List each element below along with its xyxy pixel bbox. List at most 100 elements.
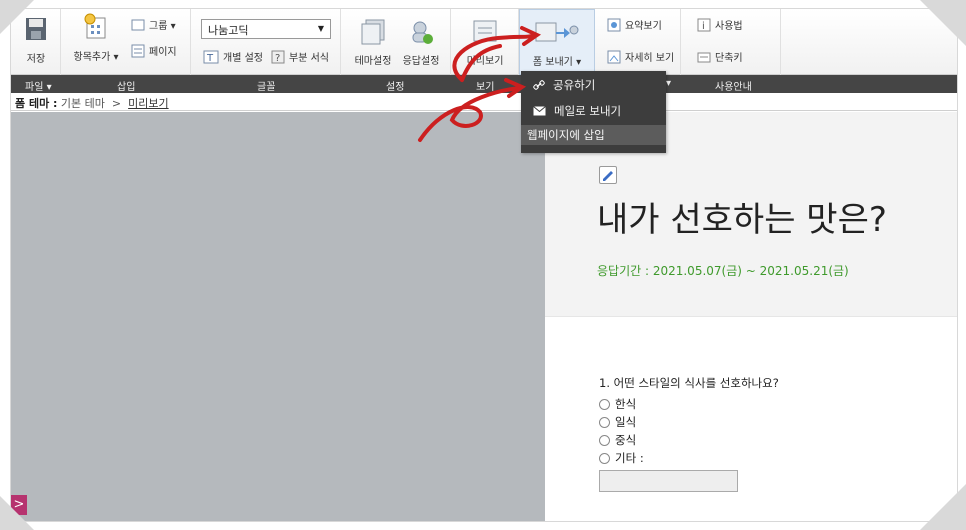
breadcrumb-current[interactable]: 미리보기 bbox=[128, 97, 168, 110]
breadcrumb-label: 폼 테마 : bbox=[15, 97, 58, 110]
option-other[interactable]: 기타 : bbox=[599, 450, 644, 466]
share-menu-item[interactable]: 공유하기 bbox=[521, 75, 666, 95]
ribbon-toolbar: 저장 항목추가 ▾ 그룹 ▾ 페이지 나눔고딕 ▼ T 개별 설정 ? 부분 서… bbox=[11, 9, 957, 75]
save-icon bbox=[26, 18, 46, 40]
chevron-down-icon: ▼ bbox=[317, 24, 324, 33]
breadcrumb-separator: > bbox=[111, 97, 122, 110]
app-window: 저장 항목추가 ▾ 그룹 ▾ 페이지 나눔고딕 ▼ T 개별 설정 ? 부분 서… bbox=[10, 8, 958, 522]
group-label: 그룹 ▾ bbox=[149, 21, 176, 32]
font-select[interactable]: 나눔고딕 ▼ bbox=[201, 19, 331, 39]
category-font: 글꼴 bbox=[257, 82, 276, 93]
radio-button[interactable] bbox=[599, 416, 610, 428]
mail-icon bbox=[533, 106, 546, 116]
summary-view-button[interactable]: 요약보기 bbox=[607, 17, 662, 32]
response-settings-button[interactable]: 응답설정 bbox=[399, 19, 443, 67]
send-form-button[interactable]: 폼 보내기 ▾ bbox=[528, 20, 586, 68]
shortcuts-button[interactable]: 단축키 bbox=[697, 49, 743, 64]
category-insert: 삽입 bbox=[117, 82, 136, 93]
share-label: 공유하기 bbox=[553, 78, 596, 92]
category-guide: 사용안내 bbox=[715, 82, 752, 93]
file-group: 저장 bbox=[11, 9, 61, 75]
preview-icon bbox=[473, 20, 497, 42]
settings-group: 테마설정 응답설정 bbox=[341, 9, 451, 75]
svg-text:T: T bbox=[206, 53, 214, 64]
how-to-use-label: 사용법 bbox=[715, 21, 743, 32]
text-settings-icon: T bbox=[203, 50, 219, 64]
detail-icon bbox=[607, 50, 621, 63]
radio-button[interactable] bbox=[599, 398, 610, 410]
embed-menu-item[interactable]: 웹페이지에 삽입 bbox=[521, 125, 666, 145]
link-icon bbox=[533, 80, 545, 90]
summary-view-label: 요약보기 bbox=[625, 21, 662, 32]
how-to-use-button[interactable]: i 사용법 bbox=[697, 17, 743, 32]
group-button[interactable]: 그룹 ▾ bbox=[131, 17, 176, 32]
response-settings-label: 응답설정 bbox=[402, 56, 440, 67]
guide-group: i 사용법 단축키 bbox=[681, 9, 781, 75]
option-label: 한식 bbox=[615, 397, 637, 411]
shortcuts-label: 단축키 bbox=[715, 53, 743, 64]
font-group: 나눔고딕 ▼ T 개별 설정 ? 부분 서식 bbox=[191, 9, 341, 75]
breadcrumb-theme[interactable]: 기본 테마 bbox=[61, 97, 105, 110]
category-file[interactable]: 파일 ▾ bbox=[25, 78, 52, 93]
send-form-label: 폼 보내기 ▾ bbox=[532, 57, 582, 68]
preview-label: 미리보기 bbox=[466, 56, 504, 67]
svg-text:?: ? bbox=[275, 53, 280, 64]
individual-settings-label: 개별 설정 bbox=[223, 53, 263, 64]
partial-style-label: 부분 서식 bbox=[289, 53, 329, 64]
save-label: 저장 bbox=[26, 54, 46, 65]
expand-panel-button[interactable]: > bbox=[11, 495, 27, 515]
category-settings: 설정 bbox=[386, 82, 405, 93]
add-item-button[interactable]: 항목추가 ▾ bbox=[69, 13, 123, 63]
insert-group: 항목추가 ▾ 그룹 ▾ 페이지 bbox=[61, 9, 191, 75]
option-korean[interactable]: 한식 bbox=[599, 396, 636, 412]
option-japanese[interactable]: 일식 bbox=[599, 414, 636, 430]
preview-button[interactable]: 미리보기 bbox=[461, 19, 509, 67]
result-group: 요약보기 자세히 보기 bbox=[595, 9, 681, 75]
add-item-icon bbox=[84, 13, 106, 39]
theme-settings-label: 테마설정 bbox=[354, 56, 392, 67]
form-preview: 내가 선호하는 맛은? 응답기간 : 2021.05.07(금) ~ 2021.… bbox=[545, 112, 957, 521]
other-text-input[interactable] bbox=[599, 470, 738, 492]
partial-style-button[interactable]: ? 부분 서식 bbox=[271, 49, 329, 64]
response-period: 응답기간 : 2021.05.07(금) ~ 2021.05.21(금) bbox=[597, 264, 849, 278]
group-icon bbox=[131, 19, 145, 30]
send-form-icon bbox=[535, 22, 579, 42]
send-form-group: 폼 보내기 ▾ bbox=[519, 9, 595, 75]
email-menu-item[interactable]: 메일로 보내기 bbox=[521, 101, 666, 121]
theme-settings-button[interactable]: 테마설정 bbox=[351, 19, 395, 67]
page-button[interactable]: 페이지 bbox=[131, 43, 177, 58]
option-label: 기타 : bbox=[615, 451, 644, 465]
category-view: 보기 bbox=[476, 82, 495, 93]
theme-icon bbox=[361, 19, 385, 45]
left-panel bbox=[11, 112, 545, 521]
svg-text:i: i bbox=[702, 21, 705, 32]
email-label: 메일로 보내기 bbox=[554, 104, 622, 118]
detail-view-label: 자세히 보기 bbox=[625, 53, 675, 64]
ribbon-category-bar: 파일 ▾ 삽입 글꼴 설정 보기 ▾ 사용안내 bbox=[11, 75, 957, 93]
edit-pencil-icon[interactable] bbox=[599, 166, 617, 184]
individual-settings-button[interactable]: T 개별 설정 bbox=[203, 49, 263, 64]
view-group: 미리보기 bbox=[451, 9, 519, 75]
option-label: 중식 bbox=[615, 433, 637, 447]
breadcrumb: 폼 테마 : 기본 테마 > 미리보기 bbox=[11, 93, 957, 111]
help-box-icon: ? bbox=[271, 50, 285, 64]
font-select-value: 나눔고딕 bbox=[208, 24, 249, 37]
response-settings-icon bbox=[412, 21, 433, 44]
info-icon: i bbox=[697, 18, 711, 32]
detail-view-button[interactable]: 자세히 보기 bbox=[607, 49, 674, 64]
question-1: 1. 어떤 스타일의 식사를 선호하나요? bbox=[599, 376, 779, 390]
radio-button[interactable] bbox=[599, 452, 610, 464]
form-title: 내가 선호하는 맛은? bbox=[597, 200, 887, 240]
chart-icon bbox=[607, 18, 621, 31]
radio-button[interactable] bbox=[599, 434, 610, 446]
keyboard-icon bbox=[697, 52, 711, 62]
add-item-label: 항목추가 ▾ bbox=[73, 52, 119, 63]
option-label: 일식 bbox=[615, 415, 637, 429]
page-label: 페이지 bbox=[149, 47, 177, 58]
save-button[interactable]: 저장 bbox=[23, 17, 49, 65]
category-arrow: ▾ bbox=[666, 78, 672, 89]
option-chinese[interactable]: 중식 bbox=[599, 432, 636, 448]
send-form-dropdown: 공유하기 메일로 보내기 웹페이지에 삽입 bbox=[521, 71, 666, 153]
page-icon bbox=[131, 44, 145, 57]
embed-label: 웹페이지에 삽입 bbox=[527, 128, 605, 142]
